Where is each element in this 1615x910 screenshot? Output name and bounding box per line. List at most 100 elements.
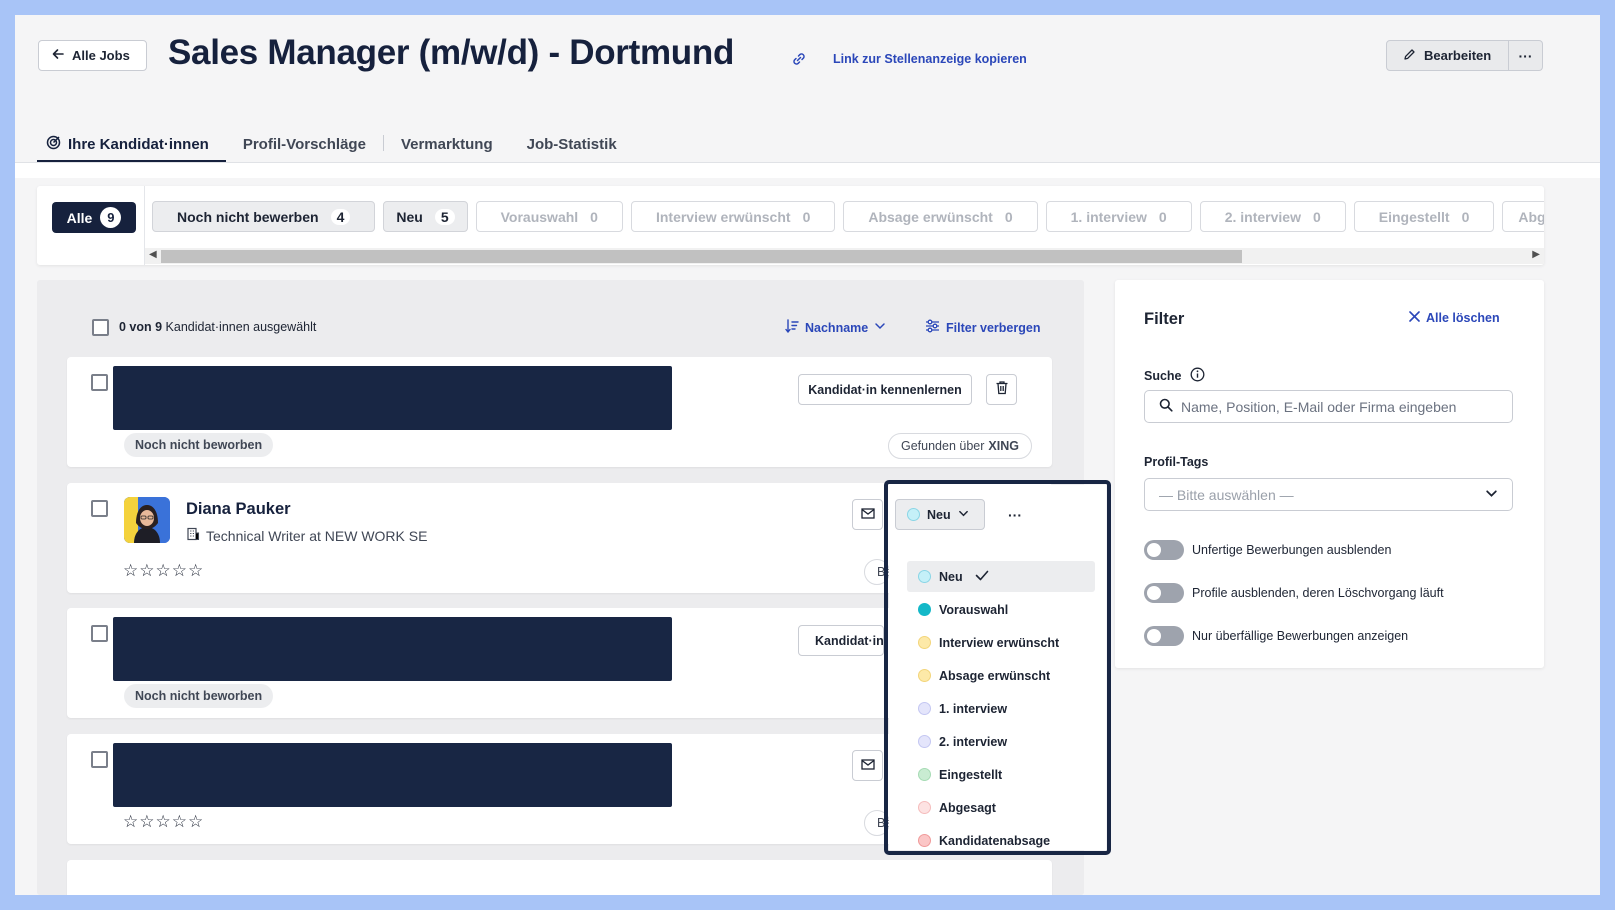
scroll-right-icon[interactable]: ▶ xyxy=(1532,249,1540,260)
candidate-position-text: Technical Writer at NEW WORK SE xyxy=(206,527,428,544)
message-button[interactable] xyxy=(852,750,883,781)
candidate-card[interactable]: Noch nicht beworben Kandidat·in kennenle… xyxy=(67,357,1052,467)
selection-summary: 0 von 9 Kandidat·innen ausgewählt xyxy=(119,320,316,334)
horizontal-scrollbar[interactable]: ◀ ▶ xyxy=(145,248,1544,264)
status-chip-count: 5 xyxy=(434,208,455,225)
status-chip-label: Noch nicht bewerben xyxy=(177,208,319,225)
redacted-block xyxy=(113,366,672,430)
toggle-switch[interactable] xyxy=(1144,626,1184,646)
redacted-block xyxy=(113,743,672,807)
status-chip-first-interview[interactable]: 1. interview 0 xyxy=(1045,201,1192,232)
rating-stars[interactable]: ☆☆☆☆☆ xyxy=(123,561,204,581)
status-chip-rejection-requested[interactable]: Absage erwünscht 0 xyxy=(843,201,1038,232)
page-title: Sales Manager (m/w/d) - Dortmund xyxy=(168,33,735,72)
filter-panel xyxy=(1115,280,1544,668)
target-icon xyxy=(46,135,61,154)
meet-candidate-button[interactable]: Kandidat·in ke xyxy=(798,625,884,656)
status-chip-label: Alle xyxy=(66,209,93,226)
search-input[interactable]: Name, Position, E-Mail oder Firma eingeb… xyxy=(1144,390,1513,423)
select-all-checkbox[interactable] xyxy=(92,319,109,336)
toggle-switch[interactable] xyxy=(1144,540,1184,560)
status-chip-count: 0 xyxy=(1461,208,1470,225)
candidate-checkbox[interactable] xyxy=(91,500,108,517)
edit-button[interactable]: Bearbeiten xyxy=(1386,40,1509,71)
tab-job-statistics[interactable]: Job-Statistik xyxy=(510,125,634,163)
close-icon xyxy=(1409,311,1420,325)
toggle-hide-incomplete[interactable]: Unfertige Bewerbungen ausblenden xyxy=(1144,540,1391,560)
clear-all-button[interactable]: Alle löschen xyxy=(1409,311,1500,325)
more-actions-button[interactable]: ··· xyxy=(1509,40,1543,71)
sort-dropdown[interactable]: Nachname xyxy=(785,319,886,336)
toggle-overdue-only[interactable]: Nur überfällige Bewerbungen anzeigen xyxy=(1144,626,1408,646)
status-badge: Noch nicht beworben xyxy=(124,433,274,457)
status-chip-label: Eingestellt xyxy=(1378,208,1450,225)
status-chip-interview-requested[interactable]: Interview erwünscht 0 xyxy=(630,201,836,232)
status-chip-second-interview[interactable]: 2. interview 0 xyxy=(1199,201,1346,232)
tab-candidates-label: Ihre Kandidat·innen xyxy=(68,135,209,153)
status-badge: Noch nicht beworben xyxy=(124,684,274,708)
scrollbar-thumb[interactable] xyxy=(161,250,1242,263)
status-chip-rejected[interactable]: Abge xyxy=(1502,201,1544,232)
chevron-down-icon xyxy=(1485,487,1498,503)
status-chip-preselection[interactable]: Vorauswahl 0 xyxy=(475,201,623,232)
back-to-jobs-button[interactable]: Alle Jobs xyxy=(38,40,147,71)
tab-candidates[interactable]: Ihre Kandidat·innen xyxy=(37,125,226,163)
building-icon xyxy=(186,527,200,544)
tab-bar: Ihre Kandidat·innen Profil-Vorschläge Ve… xyxy=(37,125,634,163)
trash-icon xyxy=(995,380,1009,400)
status-chip-count: 9 xyxy=(100,207,122,228)
rating-stars[interactable]: ☆☆☆☆☆ xyxy=(123,812,204,832)
status-chip-label: Absage erwünscht xyxy=(868,208,993,225)
chevron-down-icon xyxy=(874,320,886,335)
profile-tags-label: Profil-Tags xyxy=(1144,455,1209,469)
sort-label: Nachname xyxy=(805,320,869,335)
status-chip-all[interactable]: Alle 9 xyxy=(52,202,136,233)
content-band xyxy=(15,163,1600,178)
status-chip-label: 2. interview xyxy=(1224,208,1301,225)
tab-profile-suggestions[interactable]: Profil-Vorschläge xyxy=(226,125,383,163)
sort-icon xyxy=(785,319,799,336)
status-chip-not-applied[interactable]: Noch nicht bewerben 4 xyxy=(152,201,376,232)
hide-filter-label: Filter verbergen xyxy=(946,320,1041,335)
mail-icon xyxy=(860,506,875,524)
toggle-hide-deleting[interactable]: Profile ausblenden, deren Löschvorgang l… xyxy=(1144,583,1444,603)
status-chip-count: 4 xyxy=(330,208,351,225)
status-chip-hired[interactable]: Eingestellt 0 xyxy=(1353,201,1495,232)
search-label-row: Suche xyxy=(1144,367,1205,385)
search-label: Suche xyxy=(1144,369,1182,383)
status-chip-count: 0 xyxy=(590,208,598,225)
back-to-jobs-label: Alle Jobs xyxy=(72,48,130,63)
status-chip-label: Interview erwünscht xyxy=(655,208,791,225)
search-placeholder: Name, Position, E-Mail oder Firma eingeb… xyxy=(1181,398,1457,415)
sliders-icon xyxy=(925,319,940,336)
dropdown-highlight-frame xyxy=(884,480,1111,855)
toggle-label: Unfertige Bewerbungen ausblenden xyxy=(1192,543,1392,557)
toggle-switch[interactable] xyxy=(1144,583,1184,603)
status-chip-count: 0 xyxy=(802,208,811,225)
mail-icon xyxy=(860,757,875,775)
arrow-left-icon xyxy=(52,48,64,63)
redacted-block xyxy=(113,617,672,681)
message-button[interactable] xyxy=(852,499,883,530)
status-chip-label: Abge xyxy=(1518,208,1544,225)
hide-filter-button[interactable]: Filter verbergen xyxy=(925,319,1040,336)
filter-title: Filter xyxy=(1144,310,1185,328)
candidate-checkbox[interactable] xyxy=(91,374,108,391)
candidate-checkbox[interactable] xyxy=(91,751,108,768)
status-chip-new[interactable]: Neu 5 xyxy=(383,201,468,232)
status-chip-count: 0 xyxy=(1158,208,1167,225)
status-chip-count: 0 xyxy=(1004,208,1013,225)
tab-marketing[interactable]: Vermarktung xyxy=(384,125,510,163)
info-icon[interactable] xyxy=(1190,367,1205,385)
delete-button[interactable] xyxy=(986,374,1017,405)
clear-all-label: Alle löschen xyxy=(1426,311,1500,325)
copy-job-link[interactable]: Link zur Stellenanzeige kopieren xyxy=(833,52,1027,66)
candidate-card[interactable] xyxy=(67,860,1052,895)
profile-tags-select[interactable]: — Bitte auswählen — xyxy=(1144,478,1513,511)
link-icon[interactable] xyxy=(790,50,808,68)
candidate-name[interactable]: Diana Pauker xyxy=(186,500,291,519)
source-prefix: Gefunden über xyxy=(901,439,985,453)
meet-candidate-button[interactable]: Kandidat·in kennenlernen xyxy=(798,374,972,405)
candidate-checkbox[interactable] xyxy=(91,625,108,642)
scroll-left-icon[interactable]: ◀ xyxy=(149,249,157,260)
